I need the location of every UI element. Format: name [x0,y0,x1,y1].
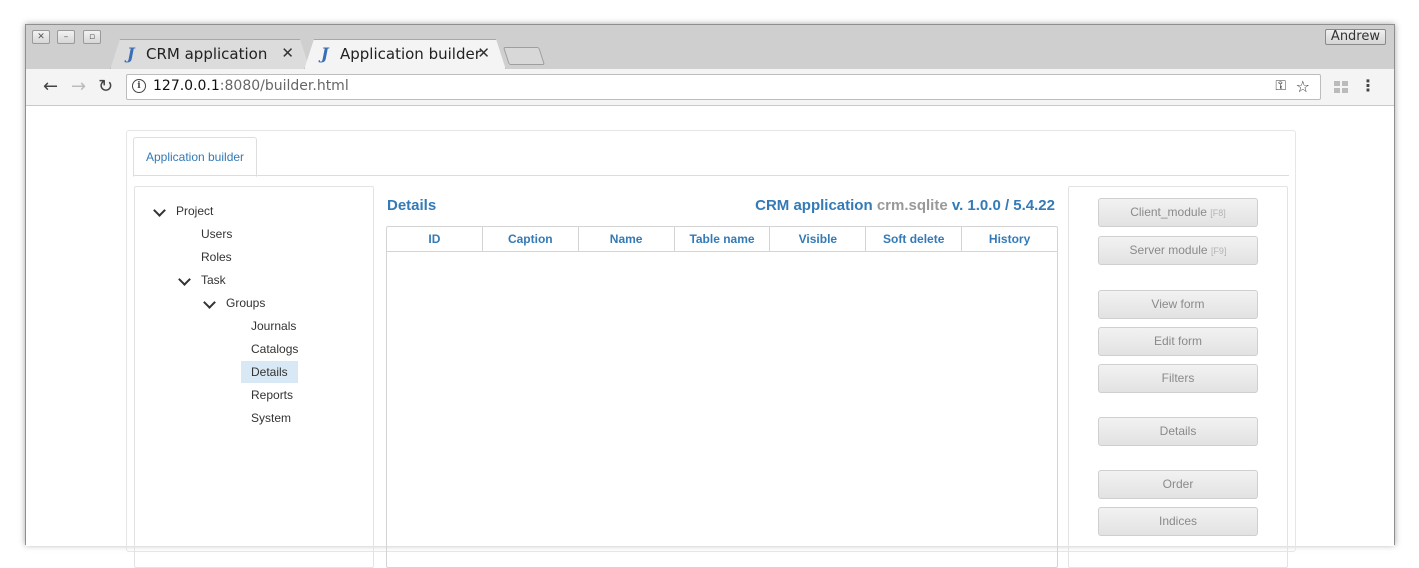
column-header-table-name[interactable]: Table name [675,227,771,251]
column-header-soft-delete[interactable]: Soft delete [866,227,963,251]
url-text[interactable]: 127.0.0.1:8080/builder.html [153,78,349,94]
tree-item-reports[interactable]: Reports [251,388,293,402]
reload-icon[interactable]: ↻ [98,76,113,97]
tree-item-task[interactable]: Task [201,273,226,287]
indices-button[interactable]: Indices [1098,507,1258,536]
tree-item-journals[interactable]: Journals [251,319,296,333]
column-header-id[interactable]: ID [387,227,483,251]
tree-item-details[interactable]: Details [241,361,298,383]
project-tree: Project Users Roles Task Groups Journals… [134,186,374,568]
bookmark-star-icon[interactable]: ☆ [1296,77,1310,96]
kebab-menu-icon[interactable]: ⋮ [1360,76,1376,95]
project-title: CRM application crm.sqlite v. 1.0.0 / 5.… [755,197,1055,214]
chevron-down-icon[interactable] [203,296,216,309]
tab-title: Application builder [340,45,481,63]
details-table: ID Caption Name Table name Visible Soft … [386,226,1058,568]
column-header-caption[interactable]: Caption [483,227,579,251]
tab-application-builder-page[interactable]: Application builder [133,137,257,177]
address-bar[interactable]: i 127.0.0.1:8080/builder.html ⚿ ☆ [126,74,1321,100]
column-header-visible[interactable]: Visible [770,227,867,251]
database-name: crm.sqlite [876,197,948,214]
edit-form-button[interactable]: Edit form [1098,327,1258,356]
project-name: CRM application [755,197,873,214]
key-icon[interactable]: ⚿ [1275,78,1286,94]
chevron-down-icon[interactable] [178,273,191,286]
new-tab-button[interactable] [503,47,545,65]
tab-close-icon[interactable]: ✕ [281,44,294,62]
builder-panel: Application builder Project Users Roles … [126,130,1296,568]
column-header-name[interactable]: Name [579,227,675,251]
column-header-history[interactable]: History [962,227,1057,251]
server-module-button[interactable]: Server module [F9] [1098,236,1258,265]
chevron-down-icon[interactable] [153,204,166,217]
window-minimize-icon[interactable]: – [57,30,75,44]
tab-application-builder[interactable]: J Application builder ✕ [304,39,504,69]
profile-button[interactable]: Andrew [1324,29,1386,45]
version-label: v. 1.0.0 / 5.4.22 [951,197,1055,214]
details-heading: Details [387,197,437,214]
table-header: ID Caption Name Table name Visible Soft … [387,227,1057,252]
action-buttons-panel: Client_module [F8] Server module [F9] Vi… [1068,186,1288,568]
jam-favicon-icon: J [321,44,329,63]
window-close-icon[interactable]: ✕ [32,30,50,44]
details-button[interactable]: Details [1098,417,1258,446]
site-info-icon[interactable]: i [132,79,146,93]
order-button[interactable]: Order [1098,470,1258,499]
extension-icon[interactable] [1334,81,1348,93]
browser-window: ✕ – ▫ J CRM application ✕ J Application … [25,24,1395,568]
page-viewport: Application builder Project Users Roles … [26,106,1394,568]
client-module-button[interactable]: Client_module [F8] [1098,198,1258,227]
tab-crm-application[interactable]: J CRM application ✕ [110,39,308,69]
tree-item-system[interactable]: System [251,411,291,425]
tree-item-catalogs[interactable]: Catalogs [251,342,298,356]
back-arrow-icon[interactable]: ← [43,76,58,97]
jam-favicon-icon: J [127,44,135,63]
tab-strip: ✕ – ▫ J CRM application ✕ J Application … [26,25,1394,70]
details-area: Details CRM application crm.sqlite v. 1.… [385,186,1058,568]
window-maximize-icon[interactable]: ▫ [83,30,101,44]
tree-item-project[interactable]: Project [176,204,213,218]
view-form-button[interactable]: View form [1098,290,1258,319]
filters-button[interactable]: Filters [1098,364,1258,393]
tree-item-users[interactable]: Users [201,227,232,241]
tab-title: CRM application [146,45,268,63]
tab-close-icon[interactable]: ✕ [477,44,490,62]
browser-toolbar: ← → ↻ i 127.0.0.1:8080/builder.html ⚿ ☆ … [26,69,1394,106]
tree-item-roles[interactable]: Roles [201,250,232,264]
tree-item-groups[interactable]: Groups [226,296,265,310]
forward-arrow-icon[interactable]: → [71,76,86,97]
